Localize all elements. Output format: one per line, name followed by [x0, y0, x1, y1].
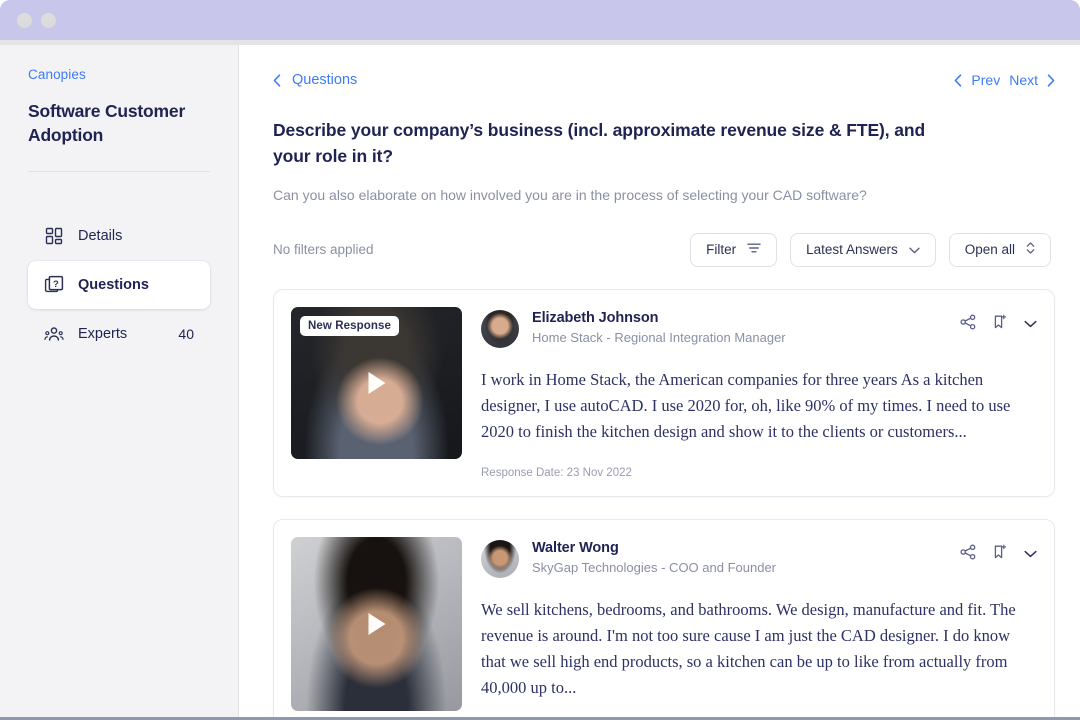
- window-dot-close[interactable]: [17, 12, 32, 28]
- app-window: Canopies Software Customer Adoption Deta…: [0, 0, 1080, 720]
- play-icon[interactable]: [368, 371, 385, 394]
- breadcrumb[interactable]: Canopies: [28, 67, 210, 82]
- response-answer: I work in Home Stack, the American compa…: [481, 369, 1011, 441]
- bookmark-add-icon[interactable]: [992, 314, 1008, 335]
- back-to-questions-link[interactable]: Questions: [273, 72, 357, 88]
- avatar: [481, 309, 519, 348]
- chevron-right-icon: [1047, 73, 1055, 87]
- sidebar-item-label: Questions: [78, 277, 149, 294]
- response-header: Elizabeth Johnson Home Stack - Regional …: [481, 309, 1037, 348]
- main-content: Questions Prev Next Describe your compan…: [239, 45, 1080, 717]
- response-header: Walter Wong SkyGap Technologies - COO an…: [481, 539, 1037, 578]
- chevron-down-icon[interactable]: [1024, 545, 1037, 563]
- prev-button[interactable]: Prev: [954, 72, 1000, 88]
- respondent-name: Elizabeth Johnson: [532, 309, 659, 326]
- video-thumbnail[interactable]: [291, 536, 462, 711]
- share-icon[interactable]: [960, 314, 976, 335]
- sidebar-item-count: 40: [178, 326, 194, 343]
- sidebar-item-experts[interactable]: Experts 40: [28, 310, 210, 358]
- question-subtitle: Can you also elaborate on how involved y…: [273, 186, 867, 203]
- new-response-badge: New Response: [300, 315, 400, 336]
- filter-status: No filters applied: [273, 242, 374, 257]
- respondent-identity: Walter Wong SkyGap Technologies - COO an…: [532, 540, 947, 575]
- window-body: Canopies Software Customer Adoption Deta…: [0, 45, 1080, 717]
- content-topbar: Questions Prev Next: [273, 67, 1055, 93]
- avatar: [481, 539, 519, 578]
- response-date: Response Date: 23 Nov 2022: [481, 466, 632, 479]
- chevron-left-icon: [954, 73, 962, 87]
- next-button[interactable]: Next: [1009, 72, 1055, 88]
- sidebar-divider: [28, 171, 210, 173]
- response-card: Walter Wong SkyGap Technologies - COO an…: [273, 518, 1055, 717]
- response-actions: [960, 310, 1037, 335]
- window-dot-minimize[interactable]: [41, 12, 56, 28]
- respondent-role: SkyGap Technologies - COO and Founder: [532, 559, 777, 575]
- video-thumbnail[interactable]: New Response: [291, 306, 462, 459]
- chevron-up-down-icon: [1026, 241, 1035, 258]
- filter-lines-icon: [747, 242, 761, 257]
- chevron-down-icon: [909, 242, 920, 257]
- sidebar-item-questions[interactable]: ? Questions: [28, 261, 210, 310]
- share-icon[interactable]: [960, 544, 976, 565]
- people-icon: [44, 324, 64, 344]
- next-label: Next: [1009, 72, 1038, 88]
- chevron-down-icon[interactable]: [1024, 315, 1037, 333]
- question-title: Describe your company’s business (incl. …: [273, 120, 926, 167]
- pager: Prev Next: [954, 72, 1055, 88]
- response-answer: We sell kitchens, bedrooms, and bathroom…: [481, 599, 1016, 697]
- respondent-name: Walter Wong: [532, 539, 619, 556]
- toolbar-controls: Filter Latest Answers Open all: [690, 232, 1051, 267]
- sidebar: Canopies Software Customer Adoption Deta…: [0, 45, 239, 717]
- sort-select[interactable]: Latest Answers: [790, 232, 936, 267]
- filter-toolbar: No filters applied Filter Latest Answers: [273, 232, 1055, 267]
- sidebar-item-label: Experts: [78, 326, 128, 343]
- svg-text:?: ?: [53, 279, 59, 290]
- respondent-role: Home Stack - Regional Integration Manage…: [532, 329, 786, 345]
- filter-button[interactable]: Filter: [690, 232, 778, 267]
- play-icon[interactable]: [368, 612, 385, 635]
- response-body: Elizabeth Johnson Home Stack - Regional …: [481, 307, 1037, 479]
- chevron-left-icon: [273, 73, 281, 87]
- sidebar-nav: Details ? Questions Experts 40: [28, 212, 210, 358]
- open-all-button[interactable]: Open all: [948, 232, 1051, 267]
- grid-icon: [44, 226, 64, 246]
- prev-label: Prev: [971, 72, 1001, 88]
- response-actions: [960, 540, 1037, 565]
- response-card: New Response Elizabeth Johnson Home Stac…: [273, 288, 1055, 497]
- response-footer: Response Date: 23 Nov 2022: [481, 467, 1037, 479]
- response-list: New Response Elizabeth Johnson Home Stac…: [273, 288, 1055, 717]
- back-link-label: Questions: [292, 72, 358, 88]
- response-body: Walter Wong SkyGap Technologies - COO an…: [481, 537, 1037, 717]
- sidebar-item-label: Details: [78, 228, 123, 245]
- sort-select-label: Latest Answers: [806, 242, 898, 257]
- open-all-label: Open all: [964, 242, 1015, 257]
- filter-button-label: Filter: [706, 242, 737, 257]
- bookmark-add-icon[interactable]: [992, 544, 1008, 565]
- respondent-identity: Elizabeth Johnson Home Stack - Regional …: [532, 310, 947, 345]
- page-title: Software Customer Adoption: [28, 101, 186, 145]
- question-icon: ?: [44, 275, 64, 295]
- sidebar-item-details[interactable]: Details: [28, 212, 210, 260]
- window-titlebar: [0, 0, 1080, 40]
